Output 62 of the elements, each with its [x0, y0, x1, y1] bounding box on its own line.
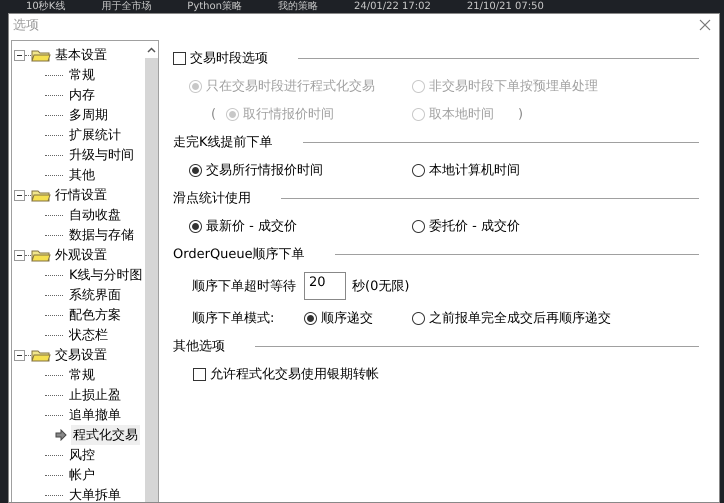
radio-option[interactable]: 之前报单完全成交后再顺序递交: [412, 309, 611, 327]
section-title: OrderQueue顺序下单: [173, 246, 305, 263]
tree-item[interactable]: K线与分时图: [67, 265, 145, 285]
field-label: 顺序下单超时等待: [192, 278, 296, 295]
radio-option[interactable]: 委托价 - 成交价: [412, 217, 520, 235]
tree-group[interactable]: 行情设置: [12, 185, 145, 205]
tree-group[interactable]: 外观设置: [12, 245, 145, 265]
folder-icon: [31, 248, 51, 262]
tree-group[interactable]: 基本设置: [12, 45, 145, 65]
tree-group[interactable]: 交易设置: [12, 345, 145, 365]
radio-option[interactable]: 交易所行情报价时间: [189, 161, 323, 179]
folder-icon: [31, 188, 51, 202]
tree-item[interactable]: 风控: [67, 445, 97, 465]
section-title: 其他选项: [173, 338, 225, 355]
tree-item[interactable]: 内存: [67, 85, 97, 105]
section-title: 走完K线提前下单: [173, 134, 273, 151]
field-label: 顺序下单模式:: [192, 310, 274, 327]
folder-icon: [31, 48, 51, 62]
background-table-cell: 10秒K线: [26, 0, 66, 12]
tree-item[interactable]: 止损止盈: [67, 385, 123, 405]
background-table-cell: 用于全市场: [101, 0, 152, 12]
section-title: 滑点统计使用: [173, 190, 251, 207]
background-table-cell: 21/10/21 07:50: [466, 0, 544, 12]
tree-item[interactable]: 状态栏: [67, 325, 110, 345]
window-title: 选项: [13, 17, 39, 34]
collapse-icon[interactable]: [14, 350, 25, 360]
checkbox[interactable]: [173, 52, 186, 64]
tree-item[interactable]: 系统界面: [67, 285, 123, 305]
unit-label: 秒(0无限): [352, 278, 410, 295]
parenthesis: ): [518, 106, 524, 122]
collapse-icon[interactable]: [14, 250, 25, 260]
tree-item[interactable]: 扩展统计: [67, 125, 123, 145]
tree-item[interactable]: 升级与时间: [67, 145, 136, 165]
tree-item[interactable]: 追单撤单: [67, 405, 123, 425]
timeout-input[interactable]: 20: [304, 272, 346, 300]
section-checkbox[interactable]: 交易时段选项: [173, 49, 268, 67]
parenthesis: (: [211, 106, 216, 122]
close-icon: [699, 19, 711, 31]
collapse-icon[interactable]: [14, 50, 25, 60]
close-button[interactable]: [697, 17, 713, 33]
radio-option[interactable]: 顺序递交: [304, 309, 373, 327]
tree-item[interactable]: 自动收盘: [67, 205, 123, 225]
tree-item[interactable]: 帐户: [67, 465, 97, 485]
background-table-cell: 24/01/22 17:02: [354, 0, 431, 12]
tree-item[interactable]: 常规: [67, 65, 97, 85]
background-table-cell: Python策略: [187, 0, 242, 12]
collapse-icon[interactable]: [14, 190, 25, 200]
tree-item[interactable]: 其他: [67, 165, 97, 185]
tree-item[interactable]: 多周期: [67, 105, 110, 125]
radio-option[interactable]: 最新价 - 成交价: [189, 217, 297, 235]
background-table-cell: 我的策略: [278, 0, 318, 12]
tree-item[interactable]: 配色方案: [67, 305, 123, 325]
scrollbar[interactable]: [144, 41, 158, 502]
tree-item[interactable]: 数据与存储: [67, 225, 136, 245]
folder-icon: [31, 348, 51, 362]
tree-item[interactable]: 常规: [67, 365, 97, 385]
scroll-up-icon[interactable]: [146, 46, 156, 52]
tree-item[interactable]: 程式化交易: [71, 425, 140, 445]
radio-option[interactable]: 本地计算机时间: [412, 161, 520, 179]
checkbox-option[interactable]: 允许程式化交易使用银期转帐: [193, 365, 379, 383]
checkbox[interactable]: [193, 368, 206, 380]
tree-item[interactable]: 大单拆单: [67, 485, 123, 502]
